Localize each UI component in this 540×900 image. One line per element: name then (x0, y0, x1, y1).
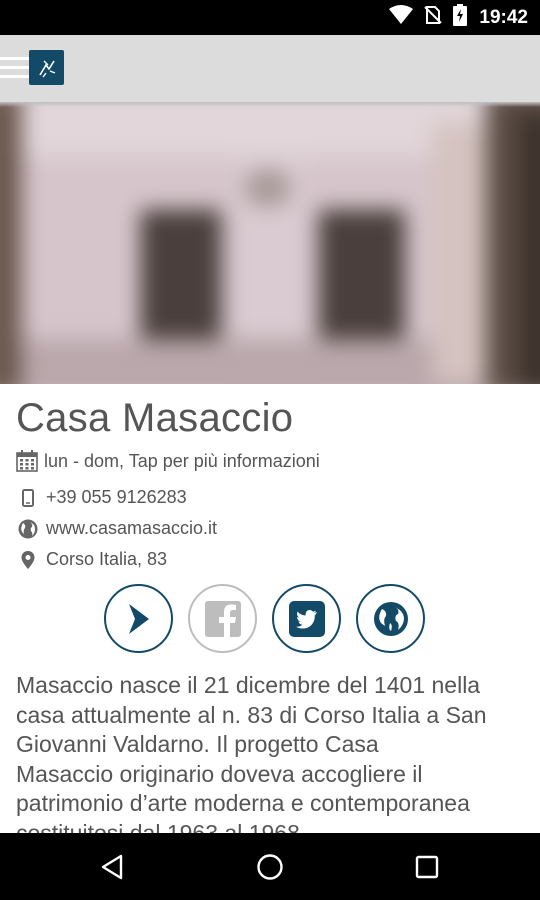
place-description: Masaccio nasce il 21 dicembre del 1401 n… (16, 672, 487, 833)
battery-charging-icon (453, 4, 468, 31)
website-text: www.casamasaccio.it (46, 518, 218, 538)
play-arrow-icon (128, 603, 149, 634)
back-icon[interactable] (72, 833, 152, 900)
twitter-button[interactable] (272, 584, 341, 653)
app-bar-shadow (0, 102, 540, 107)
facebook-button[interactable] (188, 584, 257, 653)
wifi-icon (389, 5, 414, 30)
phone-text: +39 055 9126283 (46, 487, 187, 507)
phone-row[interactable]: +39 055 9126283 (16, 487, 187, 508)
twitter-icon (288, 600, 325, 637)
place-details: Casa Masaccio lun - dom, Tap per più inf… (0, 384, 540, 833)
globe-icon (373, 601, 408, 636)
app-bar (0, 35, 540, 102)
hero-image (0, 102, 540, 384)
hamburger-icon[interactable] (0, 57, 30, 81)
hours-row[interactable]: lun - dom, Tap per più informazioni (16, 450, 320, 472)
status-time: 19:42 (479, 6, 528, 28)
place-title: Casa Masaccio (16, 396, 294, 440)
address-text: Corso Italia, 83 (46, 549, 168, 569)
globe-icon (16, 519, 40, 539)
phone-icon (16, 488, 40, 507)
website-row[interactable]: www.casamasaccio.it (16, 518, 217, 539)
website-button[interactable] (356, 584, 425, 653)
app-logo[interactable] (29, 50, 64, 85)
location-pin-icon (16, 550, 40, 569)
home-icon[interactable] (230, 833, 310, 900)
recents-icon[interactable] (387, 833, 467, 900)
calendar-icon (16, 450, 38, 472)
status-bar: 19:42 (0, 0, 540, 35)
facebook-icon (204, 600, 241, 637)
navigation-bar (0, 833, 540, 900)
navigate-button[interactable] (104, 584, 173, 653)
action-buttons (104, 584, 425, 653)
no-sim-icon (423, 5, 443, 30)
address-row[interactable]: Corso Italia, 83 (16, 549, 167, 570)
hours-text: lun - dom, Tap per più informazioni (44, 450, 320, 471)
